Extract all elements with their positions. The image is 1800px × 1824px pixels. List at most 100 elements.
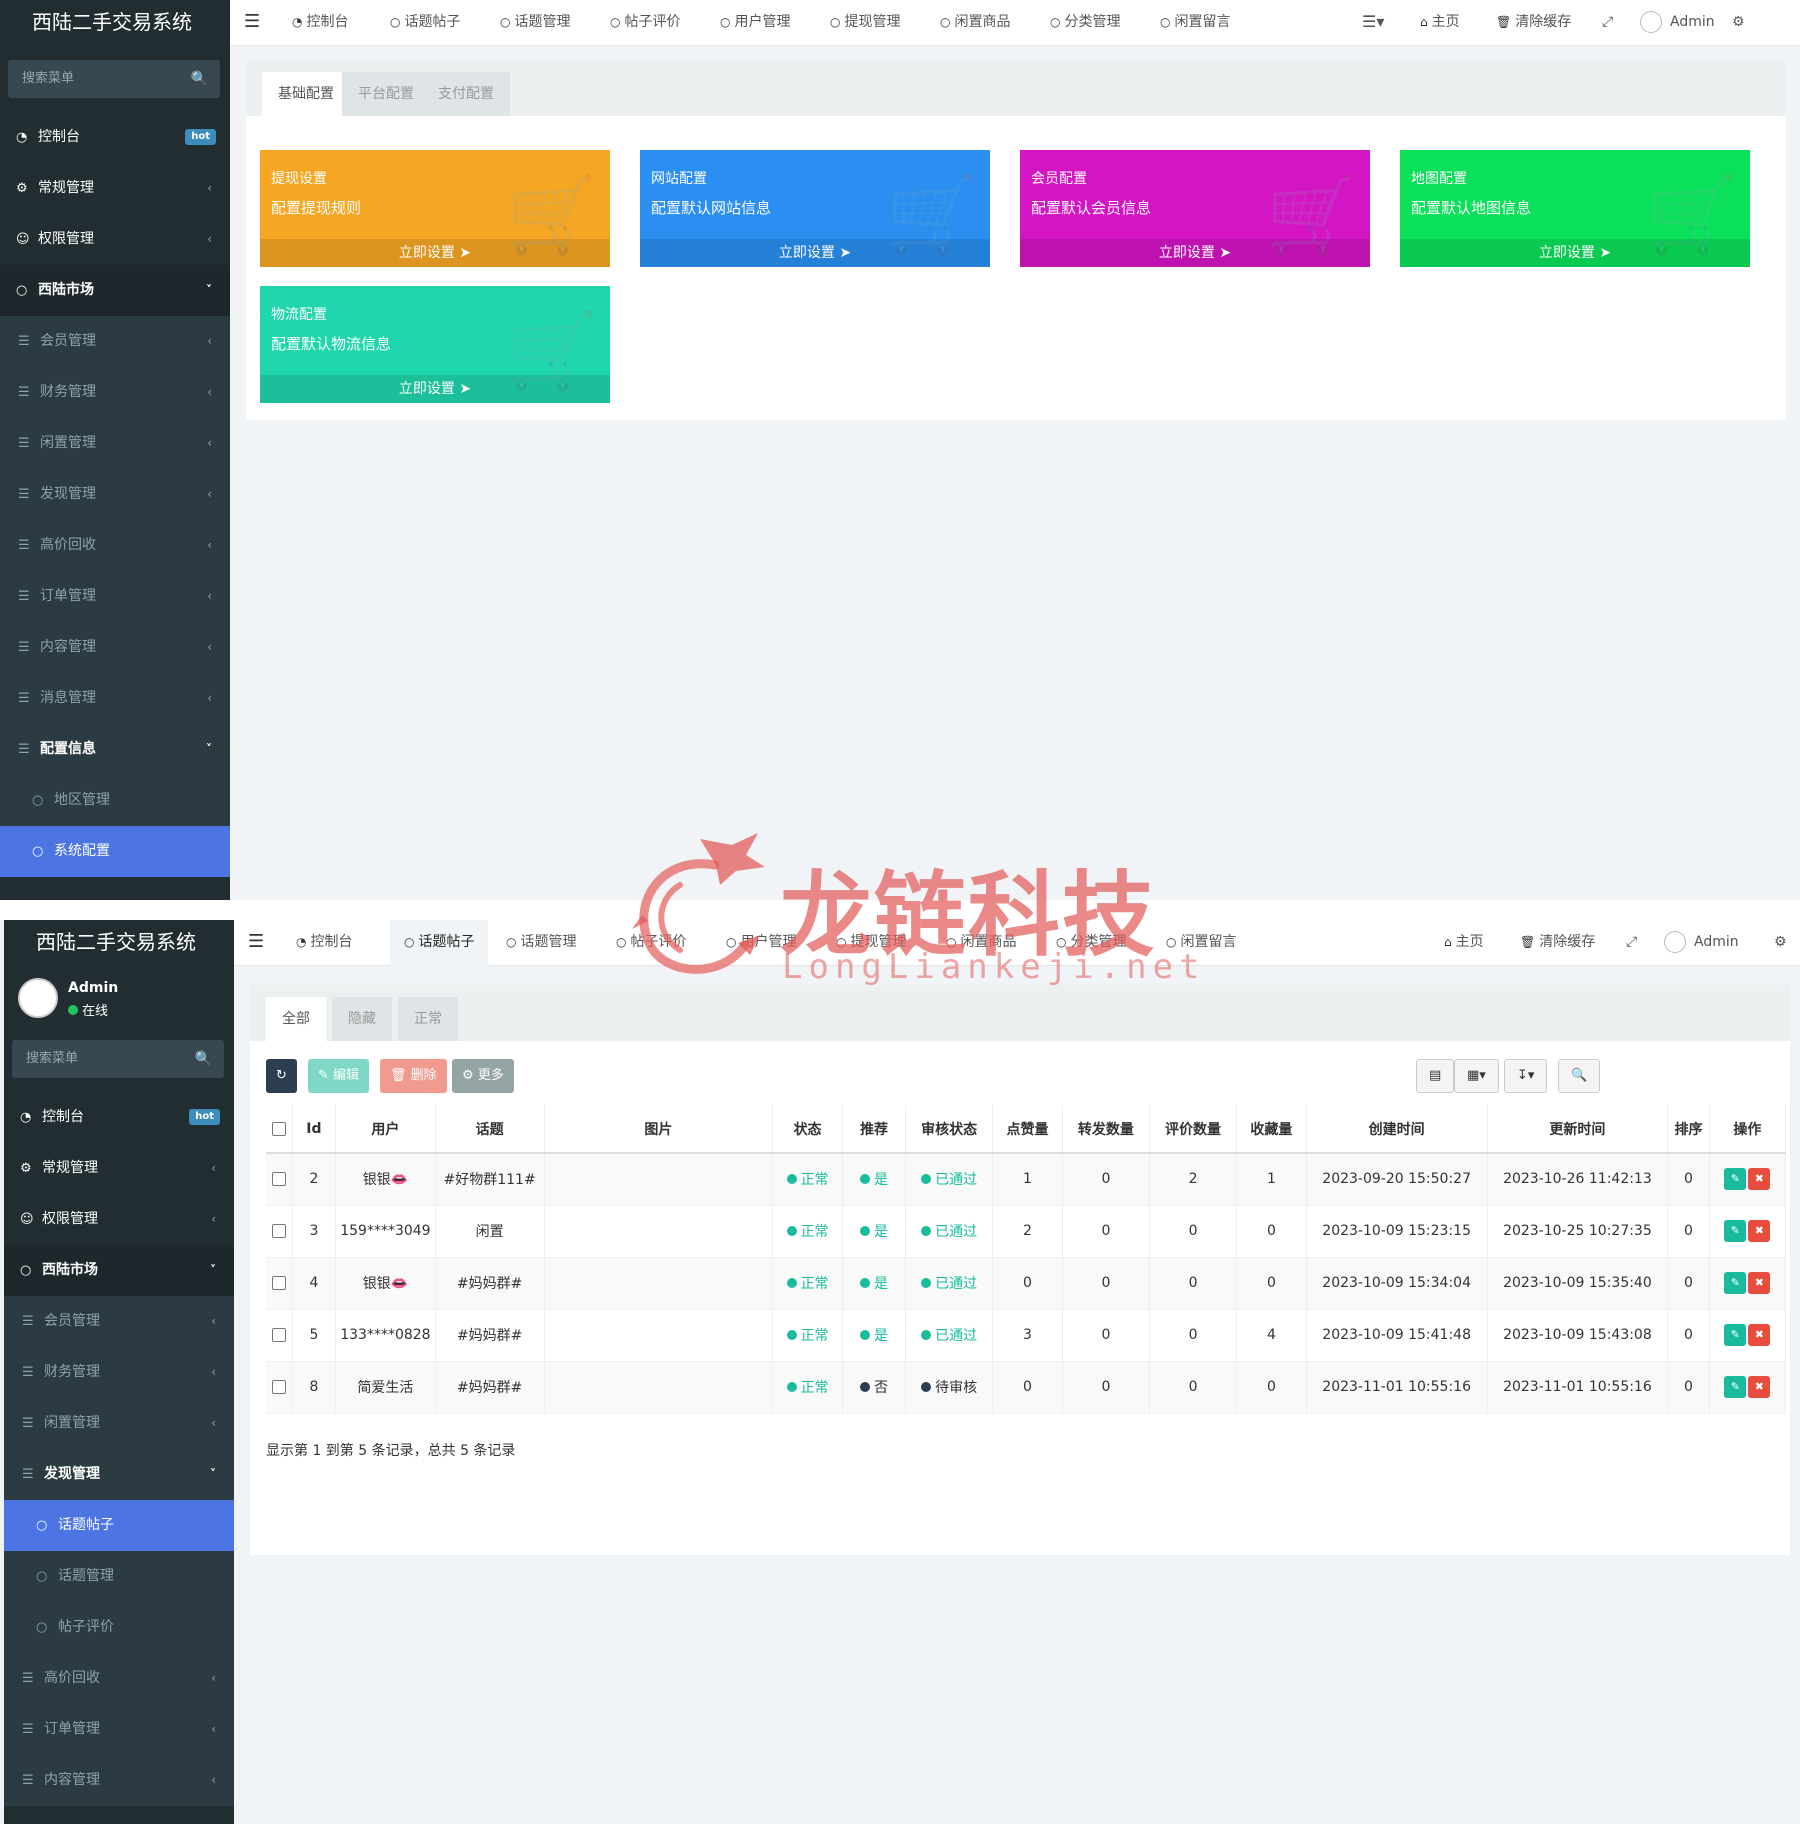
list-dropdown-icon[interactable]: ☰▾ — [1362, 0, 1384, 46]
row-checkbox[interactable] — [271, 1224, 286, 1238]
nav-tab[interactable]: ○ 用户管理 — [726, 920, 796, 966]
sidebar-item[interactable]: ☰ 消息管理 ‹ — [0, 673, 230, 724]
fullscreen-icon[interactable]: ⤢ — [1602, 0, 1613, 46]
row-edit-icon[interactable]: ✎ — [1724, 1220, 1747, 1242]
sidebar-item[interactable]: ☰ 会员管理 ‹ — [0, 316, 230, 367]
nav-tab[interactable]: ◔ 控制台 — [292, 0, 348, 46]
nav-tab[interactable]: ○ 闲置商品 — [946, 920, 1016, 966]
card-setup-link[interactable]: 立即设置 ➤ — [260, 375, 610, 403]
card-setup-link[interactable]: 立即设置 ➤ — [640, 239, 990, 267]
row-delete-icon[interactable]: ✖ — [1748, 1220, 1771, 1242]
home-link[interactable]: ⌂ 主页 — [1444, 920, 1484, 966]
column-header-topic[interactable]: 话题 — [435, 1105, 545, 1154]
sidebar-item[interactable]: ☺ 权限管理 ‹ — [0, 214, 230, 265]
nav-tab[interactable]: ○ 话题帖子 — [390, 0, 460, 46]
sidebar-item[interactable]: ☰ 财务管理 ‹ — [4, 1347, 234, 1398]
sidebar-item[interactable]: ○ 话题帖子 — [4, 1500, 234, 1551]
sidebar-item[interactable]: ☰ 财务管理 ‹ — [0, 367, 230, 418]
column-header-sort[interactable]: 排序 — [1667, 1105, 1710, 1154]
home-link[interactable]: ⌂ 主页 — [1420, 0, 1460, 46]
sidebar-item[interactable]: ☰ 订单管理 ‹ — [0, 571, 230, 622]
select-all-checkbox[interactable] — [271, 1121, 286, 1136]
sidebar-item[interactable]: ☰ 内容管理 ‹ — [0, 622, 230, 673]
sidebar-item[interactable]: ⚙ 常规管理 ‹ — [4, 1143, 234, 1194]
card-setup-link[interactable]: 立即设置 ➤ — [1020, 239, 1370, 267]
column-header-created[interactable]: 创建时间 — [1306, 1105, 1488, 1154]
columns-dropdown-icon[interactable]: ▦▾ — [1454, 1059, 1499, 1093]
row-delete-icon[interactable]: ✖ — [1748, 1324, 1771, 1346]
nav-tab[interactable]: ○ 用户管理 — [720, 0, 790, 46]
sidebar-item[interactable]: ☰ 配置信息 ˅ — [0, 724, 230, 775]
nav-tab[interactable]: ○ 话题管理 — [506, 920, 576, 966]
more-button[interactable]: ⚙ 更多 — [452, 1059, 514, 1093]
row-checkbox-cell[interactable] — [266, 1361, 293, 1414]
sidebar-item[interactable]: ☰ 发现管理 ˅ — [4, 1449, 234, 1500]
app-logo[interactable]: 西陆二手交易系统 — [0, 0, 230, 46]
sidebar-item[interactable]: ⚙ 常规管理 ‹ — [0, 163, 230, 214]
search-icon[interactable]: 🔍 — [195, 1040, 212, 1078]
column-header-updated[interactable]: 更新时间 — [1487, 1105, 1669, 1154]
column-header-favorites[interactable]: 收藏量 — [1236, 1105, 1307, 1154]
nav-tab[interactable]: ○ 话题管理 — [500, 0, 570, 46]
card-setup-link[interactable]: 立即设置 ➤ — [1400, 239, 1750, 267]
fullscreen-icon[interactable]: ⤢ — [1626, 920, 1637, 966]
sidebar-item[interactable]: ◔ 控制台 hot — [0, 112, 230, 163]
nav-tab[interactable]: ○ 提现管理 — [830, 0, 900, 46]
nav-tab[interactable]: ○ 帖子评价 — [610, 0, 680, 46]
sidebar-item[interactable]: ☰ 发现管理 ‹ — [0, 469, 230, 520]
admin-menu[interactable]: Admin — [1640, 0, 1715, 46]
table-row[interactable]: 2 银银👄 #好物群111# 正常是已通过 1 0 2 1 2023-09-20 15:50:2… — [266, 1153, 1787, 1206]
nav-tab[interactable]: ○ 帖子评价 — [616, 920, 686, 966]
column-header-user[interactable]: 用户 — [335, 1105, 436, 1154]
sidebar-item[interactable]: ○ 系统配置 — [0, 826, 230, 877]
table-row[interactable]: 3 159****3049 闲置 正常是已通过 2 0 0 0 2023-10-09 15:23… — [266, 1205, 1787, 1258]
nav-tab[interactable]: ○ 提现管理 — [836, 920, 906, 966]
sidebar-item[interactable]: ☰ 高价回收 ‹ — [0, 520, 230, 571]
row-edit-icon[interactable]: ✎ — [1724, 1324, 1747, 1346]
nav-tab[interactable]: ○ 闲置留言 — [1160, 0, 1230, 46]
nav-tab[interactable]: ○ 分类管理 — [1056, 920, 1126, 966]
column-header-shares[interactable]: 转发数量 — [1062, 1105, 1150, 1154]
sidebar-item[interactable]: ☰ 会员管理 ‹ — [4, 1296, 234, 1347]
tab-basic-config[interactable]: 基础配置 — [262, 72, 350, 116]
admin-menu[interactable]: Admin — [1664, 920, 1739, 966]
row-edit-icon[interactable]: ✎ — [1724, 1168, 1747, 1191]
row-edit-icon[interactable]: ✎ — [1724, 1272, 1747, 1294]
search-toggle-icon[interactable]: 🔍 — [1558, 1059, 1601, 1093]
refresh-button[interactable]: ↻ — [266, 1059, 297, 1093]
sidebar-item[interactable]: ☰ 闲置管理 ‹ — [4, 1398, 234, 1449]
sidebar-toggle-icon[interactable]: ☰ — [248, 920, 264, 966]
row-edit-icon[interactable]: ✎ — [1724, 1376, 1747, 1398]
sidebar-item[interactable]: ☰ 高价回收 ‹ — [4, 1653, 234, 1704]
row-checkbox-cell[interactable] — [266, 1153, 293, 1206]
row-checkbox[interactable] — [271, 1328, 286, 1342]
sidebar-toggle-icon[interactable]: ☰ — [244, 0, 260, 46]
column-header-comments[interactable]: 评价数量 — [1149, 1105, 1238, 1154]
nav-tab[interactable]: ○ 闲置商品 — [940, 0, 1010, 46]
nav-tab[interactable]: ○ 闲置留言 — [1166, 920, 1236, 966]
tab-platform-config[interactable]: 平台配置 — [342, 72, 430, 116]
sidebar-item[interactable]: ☰ 订单管理 ‹ — [4, 1704, 234, 1755]
column-header-recommend[interactable]: 推荐 — [842, 1105, 907, 1154]
row-delete-icon[interactable]: ✖ — [1748, 1272, 1771, 1294]
sidebar-item[interactable]: ☰ 内容管理 ‹ — [4, 1755, 234, 1806]
toggle-view-icon[interactable]: ▤ — [1416, 1059, 1455, 1093]
search-icon[interactable]: 🔍 — [191, 60, 208, 98]
sidebar-item[interactable]: ☰ 闲置管理 ‹ — [0, 418, 230, 469]
sidebar-item[interactable]: ○ 西陆市场 ˅ — [0, 265, 230, 316]
sidebar-item[interactable]: ○ 帖子评价 — [4, 1602, 234, 1653]
row-checkbox-cell[interactable] — [266, 1257, 293, 1310]
row-checkbox-cell[interactable] — [266, 1205, 293, 1258]
sidebar-item[interactable]: ◔ 控制台 hot — [4, 1092, 234, 1143]
nav-tab[interactable]: ◔ 控制台 — [296, 920, 352, 966]
tab-hidden[interactable]: 隐藏 — [332, 997, 392, 1041]
avatar[interactable] — [18, 978, 58, 1018]
menu-search-input[interactable]: 搜索菜单 🔍 — [12, 1040, 224, 1078]
table-row[interactable]: 5 133****0828 #妈妈群# 正常是已通过 3 0 0 4 2023-10-09 15… — [266, 1309, 1787, 1362]
nav-tab[interactable]: ○ 话题帖子 — [390, 920, 489, 966]
select-all-checkbox-cell[interactable] — [266, 1105, 293, 1154]
clear-cache-button[interactable]: 🗑 清除缓存 — [1496, 0, 1571, 46]
sidebar-item[interactable]: ○ 话题管理 — [4, 1551, 234, 1602]
row-checkbox-cell[interactable] — [266, 1309, 293, 1362]
table-row[interactable]: 8 简爱生活 #妈妈群# 正常否待审核 0 0 0 0 2023-11-01 10:55:16 2… — [266, 1361, 1787, 1414]
